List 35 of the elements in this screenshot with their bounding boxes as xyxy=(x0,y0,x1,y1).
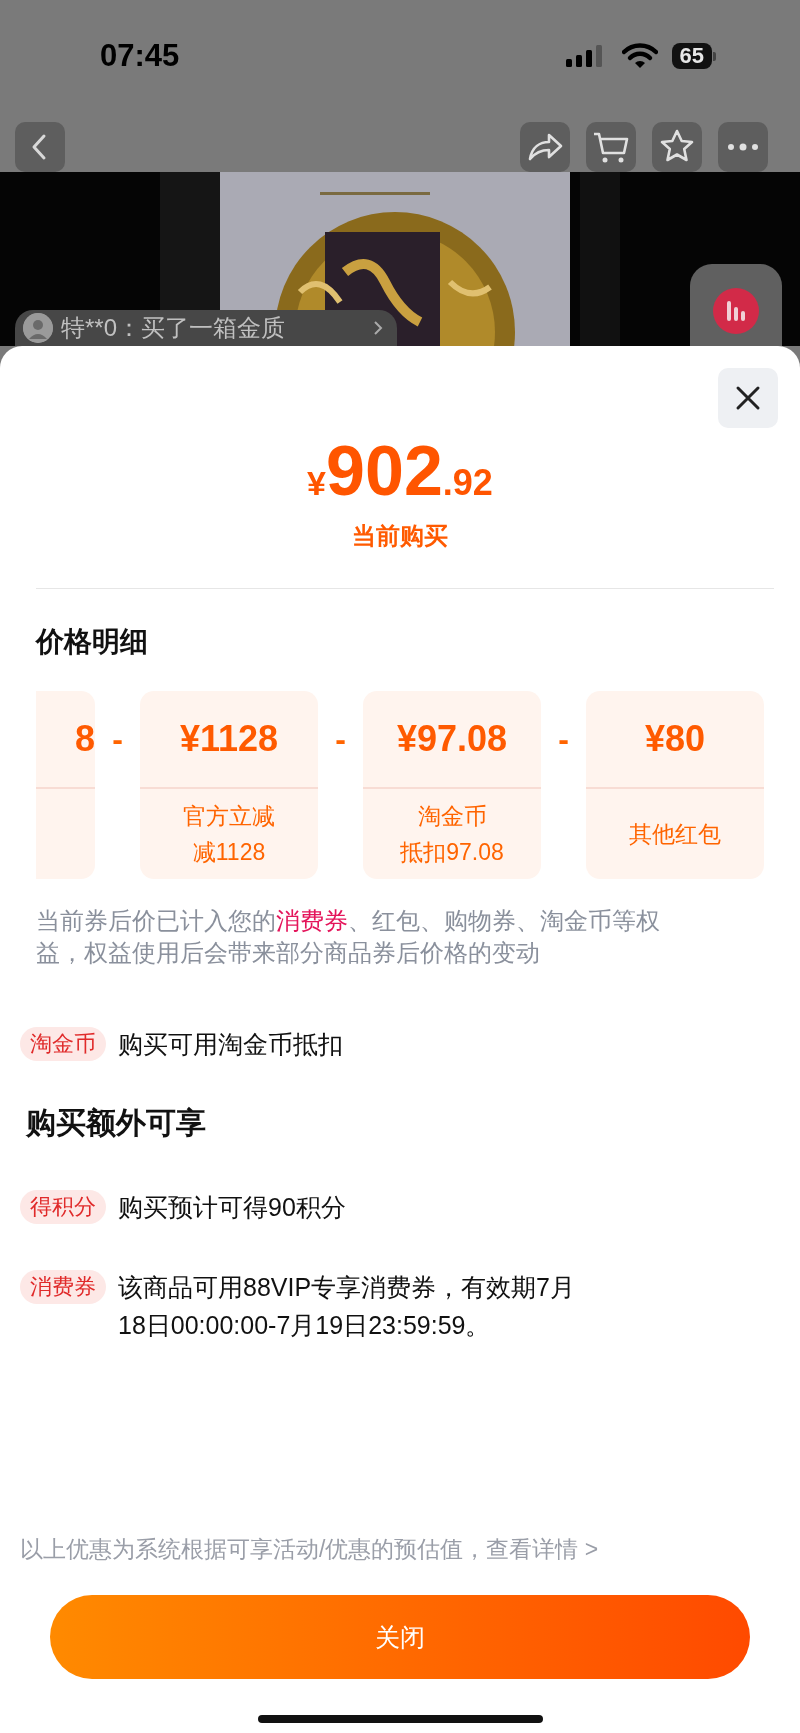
section-title: 购买额外可享 xyxy=(26,1105,207,1141)
chevron-icon xyxy=(373,320,384,336)
price-note: 当前券后价已计入您的消费券、红包、购物券、淘金币等权益，权益使用后会带来部分商品券后价格的变动 xyxy=(36,907,661,968)
benefit-text: 该商品可用88VIP专享消费券，有效期7月18日00:00:00-7月19日23:59:59。 xyxy=(118,1272,576,1341)
benefit-tag: 淘金币 xyxy=(20,1027,106,1061)
avatar-icon xyxy=(23,313,53,343)
minus-sign: - xyxy=(111,720,124,759)
benefit-tag: 得积分 xyxy=(20,1190,106,1224)
card-label: 淘金币 抵扣97.08 xyxy=(400,802,504,867)
cart-icon[interactable] xyxy=(586,122,636,172)
price-caption: 当前购买 xyxy=(351,521,449,551)
chart-icon[interactable] xyxy=(713,288,759,334)
card-label: 官方立减 减1128 xyxy=(183,802,275,867)
card-amount: ¥1128 xyxy=(179,718,279,760)
card-amount: ¥97.08 xyxy=(396,718,508,760)
benefit-text: 购买可用淘金币抵扣 xyxy=(118,1029,344,1060)
benefit-text: 购买预计可得90积分 xyxy=(118,1192,347,1223)
benefit-tag: 消费券 xyxy=(20,1270,106,1304)
comment-text: 特**0：买了一箱金质 xyxy=(61,313,286,343)
section-title: 价格明细 xyxy=(36,625,149,659)
card-amount: 8 xyxy=(74,718,95,760)
status-time: 07:45 xyxy=(100,38,181,74)
card-amount: ¥80 xyxy=(644,718,706,760)
back-icon[interactable] xyxy=(15,122,65,172)
share-icon[interactable] xyxy=(520,122,570,172)
close-icon[interactable] xyxy=(718,368,778,428)
close-button[interactable]: 关闭 xyxy=(50,1595,750,1679)
minus-sign: - xyxy=(334,720,347,759)
price-amount: ¥902.92 xyxy=(306,436,494,506)
minus-sign: - xyxy=(557,720,570,759)
wifi-icon xyxy=(621,43,658,69)
more-icon[interactable] xyxy=(718,122,768,172)
details-link[interactable]: 查看详情 > xyxy=(486,1536,599,1562)
card-label: 其他红包 xyxy=(629,820,721,849)
footer-text: 以上优惠为系统根据可享活动/优惠的预估值， xyxy=(20,1536,487,1562)
